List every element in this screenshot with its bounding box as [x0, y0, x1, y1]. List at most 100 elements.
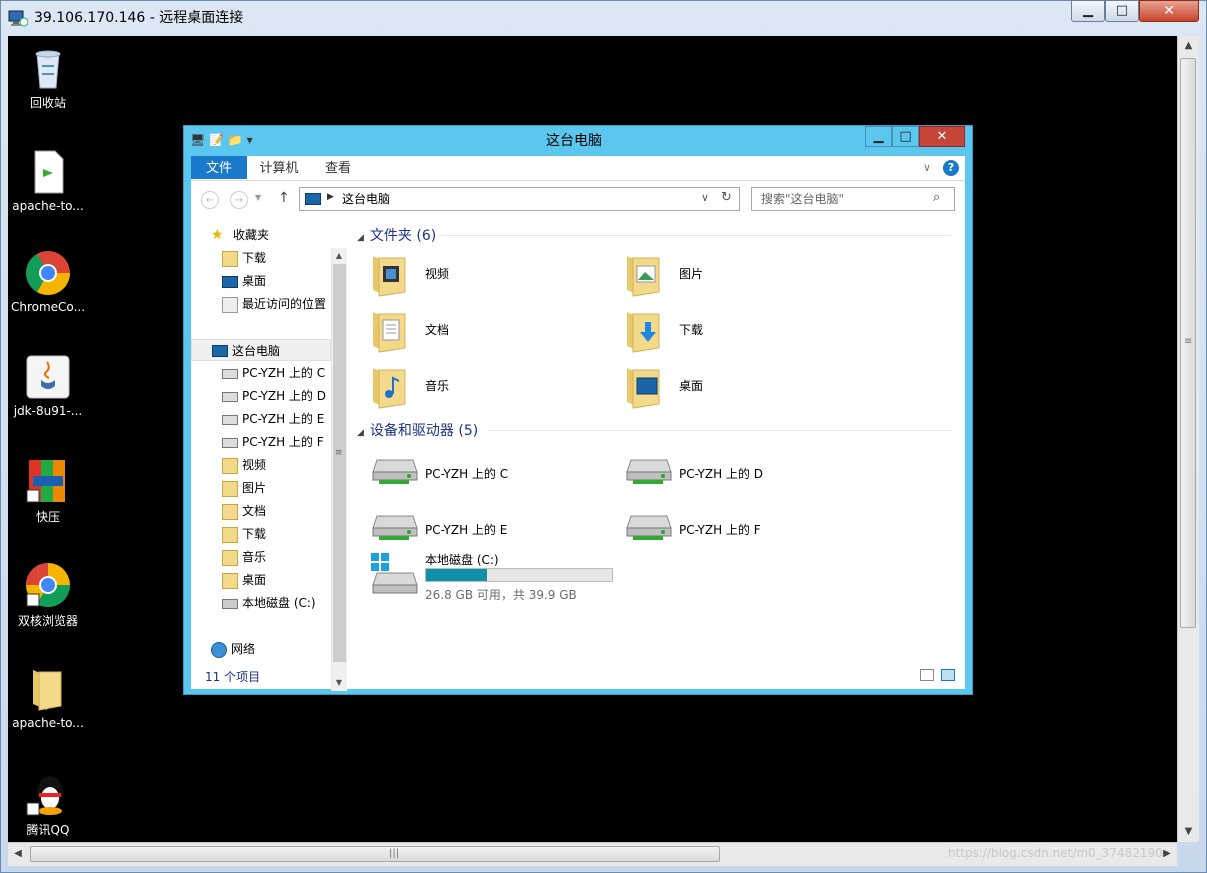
tab-file[interactable]: 文件 [191, 156, 247, 179]
desktop-icon-label: jdk-8u91-... [13, 404, 83, 418]
music-folder-icon [222, 550, 238, 566]
chrome-icon [25, 250, 71, 296]
folder-tile-downloads[interactable]: 下载 [625, 306, 865, 358]
network-drive-icon [222, 369, 238, 379]
scrollbar-thumb[interactable] [333, 264, 346, 662]
videos-folder-icon [222, 458, 238, 474]
network-icon [211, 642, 227, 658]
tab-computer[interactable]: 计算机 [251, 156, 307, 179]
address-bar[interactable]: ▶ 这台电脑 ∨ ↻ [299, 187, 740, 211]
chevron-down-icon[interactable]: ∨ [701, 191, 709, 204]
downloads-folder-icon [222, 527, 238, 543]
archive-icon [25, 458, 71, 504]
explorer-minimize-button[interactable]: ▁ [865, 126, 892, 147]
scrollbar-thumb[interactable]: ||| [30, 846, 720, 862]
hard-drive-icon [222, 599, 238, 609]
rdp-minimize-button[interactable]: ▁ [1071, 0, 1105, 22]
desktop-icon-kuaiya[interactable]: 快压 [8, 458, 88, 525]
network-drive-icon [222, 415, 238, 425]
collapse-icon[interactable]: ◢ [357, 233, 364, 243]
network-drive-icon [222, 392, 238, 402]
videos-folder-icon [371, 250, 411, 298]
drive-tile-f[interactable]: PC-YZH 上的 F [625, 506, 865, 558]
pictures-folder-icon [625, 250, 665, 298]
recent-places-icon [222, 297, 238, 313]
item-count: 11 个项目 [205, 670, 261, 684]
group-header-devices[interactable]: ◢ 设备和驱动器 (5) [357, 420, 478, 440]
desktop-icon-chrome[interactable]: ChromeCo... [8, 250, 88, 314]
browser-icon [25, 562, 71, 608]
recent-locations-icon[interactable]: ▼ [255, 193, 261, 202]
remote-desktop-icon [8, 9, 29, 27]
desktop-icon-label: 双核浏览器 [17, 614, 78, 628]
up-button[interactable]: ↑ [278, 190, 290, 206]
desktop-icon-dual-core-browser[interactable]: 双核浏览器 [8, 562, 88, 629]
group-header-folders[interactable]: ◢ 文件夹 (6) [357, 225, 436, 245]
help-icon[interactable]: ? [943, 160, 959, 176]
breadcrumb-arrow-icon[interactable]: ▶ [327, 192, 334, 202]
details-view-icon[interactable] [920, 669, 934, 681]
search-placeholder: 搜索"这台电脑" [761, 192, 845, 206]
navigation-pane: ★ 收藏夹 下载 桌面 最近访问的位置 这台电脑 PC-YZH 上的 C PC-… [191, 217, 348, 691]
explorer-maximize-button[interactable]: □ [892, 126, 919, 147]
documents-folder-icon [371, 306, 411, 354]
desktop-icon-apache-file[interactable]: apache-to... [8, 149, 88, 213]
network-drive-icon [625, 506, 672, 554]
desktop-icon-apache-folder[interactable]: apache-to... [8, 666, 88, 730]
collapse-icon[interactable]: ◢ [357, 428, 364, 438]
drive-tile-c[interactable]: PC-YZH 上的 C [371, 450, 611, 502]
pictures-folder-icon [222, 481, 238, 497]
rdp-vertical-scrollbar[interactable]: ▲ ≡ ▼ [1177, 36, 1199, 842]
computer-icon [212, 345, 228, 357]
downloads-folder-icon [222, 251, 238, 267]
drive-tile-local-c[interactable]: 本地磁盘 (C:) 26.8 GB 可用，共 39.9 GB [371, 547, 631, 603]
scroll-down-icon[interactable]: ▼ [1178, 822, 1199, 842]
explorer-titlebar[interactable]: 🖥 📝 📁 ▾ 这台电脑 ▁ □ ✕ [184, 126, 972, 154]
search-input[interactable]: 搜索"这台电脑" ⌕ [751, 187, 955, 211]
folder-tile-music[interactable]: 音乐 [371, 362, 611, 414]
rdp-maximize-button[interactable]: □ [1105, 0, 1139, 22]
desktop-icon-jdk[interactable]: jdk-8u91-... [8, 354, 88, 418]
forward-button[interactable]: → [230, 191, 248, 209]
tab-view[interactable]: 查看 [315, 156, 361, 179]
network-drive-icon [371, 450, 418, 498]
rdp-title: 39.106.170.146 - 远程桌面连接 [34, 10, 244, 26]
scroll-left-icon[interactable]: ◀ [8, 843, 28, 865]
desktop-icon-recycle-bin[interactable]: 回收站 [8, 44, 88, 111]
desktop-folder-icon [222, 573, 238, 589]
grip-icon: ≡ [335, 448, 343, 458]
folder-tile-videos[interactable]: 视频 [371, 250, 611, 302]
search-icon[interactable]: ⌕ [933, 190, 940, 205]
network-drive-icon [222, 438, 238, 448]
star-icon: ★ [211, 227, 224, 243]
disk-free-text: 26.8 GB 可用，共 39.9 GB [425, 588, 577, 602]
scroll-up-icon[interactable]: ▲ [1178, 36, 1199, 56]
scroll-up-icon[interactable]: ▲ [332, 248, 346, 264]
folder-tile-documents[interactable]: 文档 [371, 306, 611, 358]
refresh-icon[interactable]: ↻ [721, 190, 732, 205]
folder-icon [25, 666, 71, 712]
folder-tile-pictures[interactable]: 图片 [625, 250, 865, 302]
address-text[interactable]: 这台电脑 [342, 188, 390, 210]
drive-tile-d[interactable]: PC-YZH 上的 D [625, 450, 865, 502]
documents-folder-icon [222, 504, 238, 520]
grip-icon: ≡ [1184, 336, 1193, 347]
nav-thispc[interactable]: 这台电脑 [191, 339, 331, 361]
rdp-close-button[interactable]: ✕ [1139, 0, 1199, 22]
explorer-close-button[interactable]: ✕ [919, 126, 965, 147]
desktop-icon-qq[interactable]: 腾讯QQ [8, 771, 88, 838]
watermark: https://blog.csdn.net/m0_37482190 [948, 846, 1163, 860]
expand-ribbon-icon[interactable]: ∨ [923, 161, 931, 174]
grip-icon: ||| [389, 848, 400, 859]
tiles-view-icon[interactable] [941, 669, 955, 681]
folder-tile-desktop[interactable]: 桌面 [625, 362, 865, 414]
content-pane: ◢ 文件夹 (6) 视频 图片 文档 下载 音乐 桌面 ◢ 设备和驱动器 (5)… [351, 217, 961, 664]
desktop-icon-label: ChromeCo... [10, 300, 86, 314]
desktop-icon [222, 276, 238, 288]
navigation-bar: ← → ▼ ↑ ▶ 这台电脑 ∨ ↻ 搜索"这台电脑" ⌕ [191, 183, 965, 217]
music-folder-icon [371, 362, 411, 410]
local-disk-name: 本地磁盘 (C:) [425, 553, 499, 567]
nav-pane-scrollbar[interactable]: ▲ ≡ ▼ [331, 248, 347, 691]
document-icon [25, 149, 71, 195]
back-button[interactable]: ← [201, 191, 219, 209]
